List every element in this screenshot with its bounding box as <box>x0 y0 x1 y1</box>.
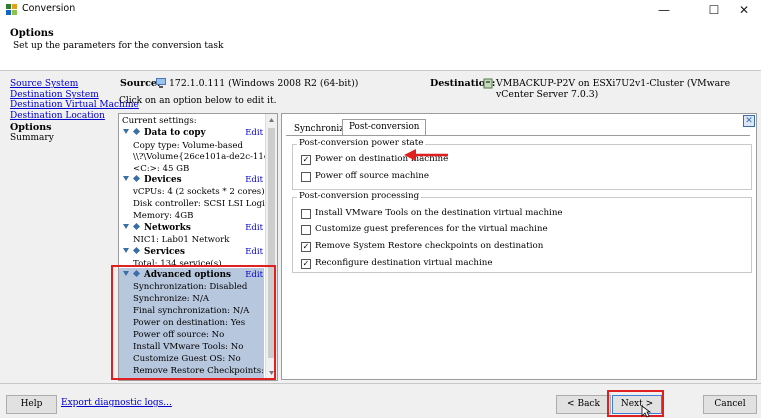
destination-value: VMBACKUP-P2V on ESXi7U2v1-Cluster (VMwar… <box>496 78 731 100</box>
power-state-group <box>292 144 752 190</box>
power-state-title: Post-conversion power state <box>297 138 426 148</box>
setting-line: \\?\Volume{26ce101a-de2c-11e6-a2· <box>133 152 278 162</box>
nav-summary[interactable]: Summary <box>10 133 54 143</box>
page-header: Options Set up the parameters for the co… <box>0 20 761 71</box>
back-button[interactable]: < Back <box>556 395 611 414</box>
diamond-icon <box>132 222 141 231</box>
diamond-icon <box>132 174 141 183</box>
options-panel: Synchronize Post-conversion ✕ Post-conve… <box>281 113 757 380</box>
highlight-next-button <box>607 390 664 417</box>
processing-title: Post-conversion processing <box>297 191 422 201</box>
close-button[interactable]: ✕ <box>727 0 761 20</box>
footer-divider <box>0 383 761 384</box>
collapse-icon <box>123 129 129 134</box>
title-bar: Conversion — ☐ ✕ <box>0 0 761 20</box>
power-off-source-checkbox[interactable] <box>301 172 311 182</box>
customize-guest-label: Customize guest preferences for the virt… <box>315 224 548 234</box>
setting-line: NIC1: Lab01 Network <box>133 235 230 245</box>
setting-line: Copy type: Volume-based <box>133 141 243 151</box>
edit-data-to-copy[interactable]: Edit <box>245 128 263 138</box>
collapse-icon <box>123 224 129 229</box>
source-value: 172.1.0.111 (Windows 2008 R2 (64-bit)) <box>169 78 359 89</box>
export-logs-link[interactable]: Export diagnostic logs... <box>61 398 172 408</box>
nav-destination-location[interactable]: Destination Location <box>10 111 105 121</box>
nav-options[interactable]: Options <box>10 122 52 133</box>
setting-line: vCPUs: 4 (2 sockets * 2 cores) <box>133 187 265 197</box>
section-networks[interactable]: Networks <box>123 222 191 233</box>
edit-hint: Click on an option below to edit it. <box>119 96 277 106</box>
remove-restore-label: Remove System Restore checkpoints on des… <box>315 241 544 251</box>
section-data-to-copy[interactable]: Data to copy <box>123 127 206 138</box>
edit-devices[interactable]: Edit <box>245 175 263 185</box>
computer-icon <box>156 78 166 88</box>
settings-header: Current settings: <box>122 116 197 126</box>
window-title: Conversion <box>22 3 76 14</box>
setting-line: <C:>: 45 GB <box>133 164 190 174</box>
edit-networks[interactable]: Edit <box>245 223 263 233</box>
diamond-icon <box>132 127 141 136</box>
cancel-button[interactable]: Cancel <box>703 395 757 414</box>
vm-icon <box>483 78 493 89</box>
collapse-icon <box>123 176 129 181</box>
nav-source-system[interactable]: Source System <box>10 79 78 89</box>
power-off-source-label: Power off source machine <box>315 171 429 181</box>
install-vmware-tools-checkbox[interactable] <box>301 209 311 219</box>
help-button[interactable]: Help <box>6 395 57 414</box>
setting-line: Memory: 4GB <box>133 211 194 221</box>
reconfigure-vm-checkbox[interactable]: ✓ <box>301 259 311 269</box>
red-arrow-icon <box>404 149 448 161</box>
nav-destination-system[interactable]: Destination System <box>10 90 99 100</box>
remove-restore-checkbox[interactable]: ✓ <box>301 242 311 252</box>
reconfigure-vm-label: Reconfigure destination virtual machine <box>315 258 493 268</box>
minimize-button[interactable]: — <box>647 0 681 20</box>
mouse-cursor-icon <box>641 405 651 418</box>
source-label: Source: <box>120 78 161 89</box>
install-vmware-tools-label: Install VMware Tools on the destination … <box>315 208 563 218</box>
customize-guest-checkbox[interactable] <box>301 225 311 235</box>
page-title: Options <box>10 28 54 39</box>
collapse-icon <box>123 248 129 253</box>
edit-services[interactable]: Edit <box>245 247 263 257</box>
app-icon <box>6 4 17 15</box>
page-subtitle: Set up the parameters for the conversion… <box>13 41 224 51</box>
diamond-icon <box>132 246 141 255</box>
section-devices[interactable]: Devices <box>123 174 182 185</box>
power-on-destination-checkbox[interactable]: ✓ <box>301 155 311 165</box>
tab-post-conversion[interactable]: Post-conversion <box>342 119 427 136</box>
highlight-advanced-options <box>111 265 276 380</box>
close-panel-icon[interactable]: ✕ <box>743 115 755 127</box>
setting-line: Disk controller: SCSI LSI Logic SAS <box>133 199 278 209</box>
maximize-button[interactable]: ☐ <box>697 0 731 20</box>
section-services[interactable]: Services <box>123 246 185 257</box>
